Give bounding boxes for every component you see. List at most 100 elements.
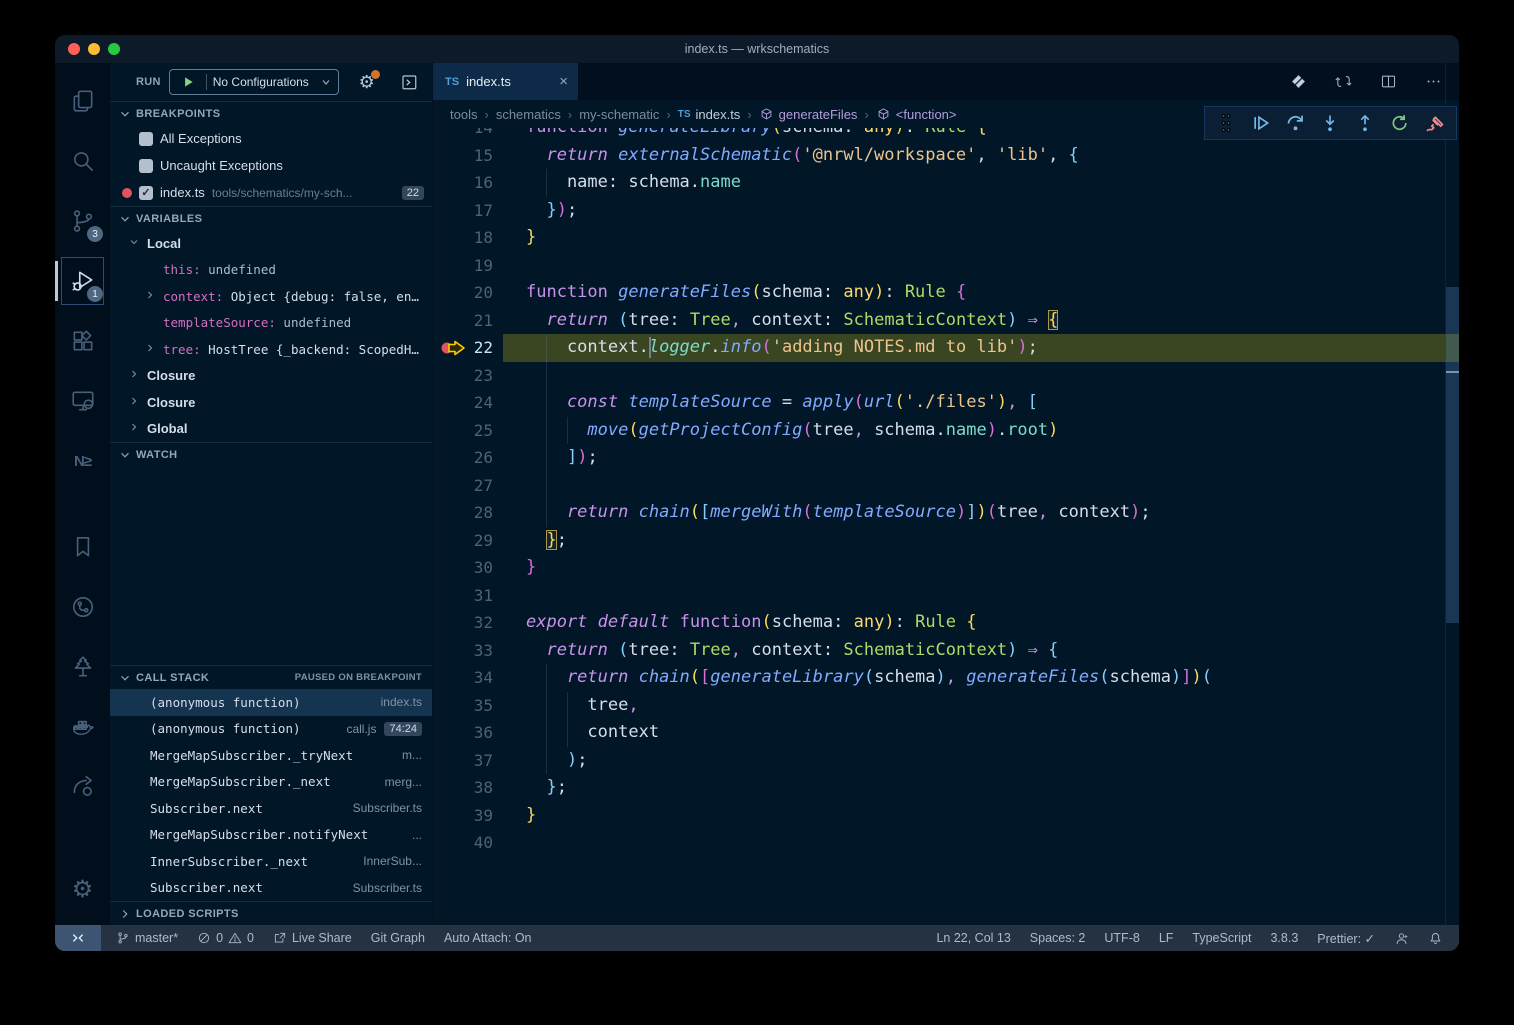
- compare-changes-button[interactable]: [1331, 70, 1355, 94]
- gutter[interactable]: 31: [433, 582, 503, 610]
- code-line-20[interactable]: 20function generateFiles(schema: any): R…: [433, 279, 1459, 307]
- status-item-eol[interactable]: LF: [1159, 931, 1174, 945]
- status-item-prettier[interactable]: Prettier: ✓: [1317, 931, 1375, 946]
- debug-settings-button[interactable]: ⚙: [355, 70, 379, 94]
- gutter[interactable]: 16: [433, 169, 503, 197]
- breakpoint-checkbox[interactable]: [139, 132, 153, 146]
- gutter[interactable]: 22: [433, 334, 503, 362]
- variables-section-header[interactable]: VARIABLES: [110, 206, 432, 230]
- call-stack-frame[interactable]: Subscriber.nextSubscriber.ts: [110, 875, 432, 902]
- step-over-button[interactable]: [1282, 109, 1310, 137]
- code-line-17[interactable]: 17});: [433, 197, 1459, 225]
- activity-item-live-share-activity[interactable]: [55, 757, 110, 817]
- status-item-encoding[interactable]: UTF-8: [1104, 931, 1139, 945]
- gutter[interactable]: 35: [433, 692, 503, 720]
- restart-button[interactable]: [1386, 109, 1414, 137]
- chevron-right-icon[interactable]: [142, 289, 158, 304]
- code-line-29[interactable]: 29};: [433, 527, 1459, 555]
- launch-configuration-dropdown[interactable]: No Configurations: [169, 69, 339, 95]
- variable-row[interactable]: context: Object {debug: false, en…: [110, 283, 432, 310]
- status-item-ts-version[interactable]: 3.8.3: [1270, 931, 1298, 945]
- code-line-31[interactable]: 31: [433, 582, 1459, 610]
- code-line-30[interactable]: 30}: [433, 554, 1459, 582]
- scrollbar-slider[interactable]: [1446, 287, 1459, 623]
- gutter[interactable]: 37: [433, 747, 503, 775]
- code-viewport[interactable]: 14function generateLibrary(schema: any):…: [433, 128, 1459, 925]
- watch-section-header[interactable]: WATCH: [110, 442, 432, 466]
- gutter[interactable]: 33: [433, 637, 503, 665]
- gutter[interactable]: 27: [433, 472, 503, 500]
- close-window-button[interactable]: [68, 43, 80, 55]
- gutter[interactable]: 24: [433, 389, 503, 417]
- breadcrumb-item-schematics[interactable]: schematics: [496, 107, 561, 122]
- call-stack-frame[interactable]: InnerSubscriber._nextInnerSub...: [110, 848, 432, 875]
- gutter[interactable]: 17: [433, 197, 503, 225]
- activity-item-source-control[interactable]: 3: [55, 191, 110, 251]
- code-line-33[interactable]: 33return (tree: Tree, context: Schematic…: [433, 637, 1459, 665]
- activity-item-test-explorer[interactable]: [55, 637, 110, 697]
- activity-item-nx-console[interactable]: N≥: [55, 431, 110, 491]
- gutter[interactable]: 30: [433, 554, 503, 582]
- tab-index-ts[interactable]: TS index.ts ×: [433, 63, 578, 100]
- code-line-18[interactable]: 18}: [433, 224, 1459, 252]
- gutter[interactable]: 38: [433, 774, 503, 802]
- variable-row[interactable]: this: undefined: [110, 257, 432, 284]
- activity-item-run-and-debug[interactable]: 1: [55, 251, 110, 311]
- activity-item-search[interactable]: [55, 131, 110, 191]
- gutter[interactable]: 23: [433, 362, 503, 390]
- gutter[interactable]: 28: [433, 499, 503, 527]
- drag-handle-button[interactable]: [1212, 109, 1240, 137]
- call-stack-frame[interactable]: (anonymous function)call.js74:24: [110, 716, 432, 743]
- gutter[interactable]: 14: [433, 128, 503, 142]
- code-line-40[interactable]: 40: [433, 829, 1459, 857]
- activity-item-bookmarks[interactable]: [55, 517, 110, 577]
- gutter[interactable]: 18: [433, 224, 503, 252]
- code-line-35[interactable]: 35tree,: [433, 692, 1459, 720]
- variable-row[interactable]: templateSource: undefined: [110, 310, 432, 337]
- code-line-21[interactable]: 21return (tree: Tree, context: Schematic…: [433, 307, 1459, 335]
- scrollbar[interactable]: [1445, 63, 1459, 925]
- code-line-15[interactable]: 15return externalSchematic('@nrwl/worksp…: [433, 142, 1459, 170]
- code-line-27[interactable]: 27: [433, 472, 1459, 500]
- code-line-16[interactable]: 16name: schema.name: [433, 169, 1459, 197]
- chevron-right-icon[interactable]: [126, 395, 142, 410]
- status-item-problems[interactable]: 00: [197, 931, 254, 945]
- gutter[interactable]: 20: [433, 279, 503, 307]
- status-item-auto-attach[interactable]: Auto Attach: On: [444, 931, 532, 945]
- start-debugging-button[interactable]: [176, 70, 200, 94]
- code-line-28[interactable]: 28return chain([mergeWith(templateSource…: [433, 499, 1459, 527]
- code-line-37[interactable]: 37);: [433, 747, 1459, 775]
- open-debug-console-button[interactable]: [397, 70, 421, 94]
- chevron-right-icon[interactable]: [126, 368, 142, 383]
- activity-item-remote-explorer[interactable]: [55, 371, 110, 431]
- activity-item-settings[interactable]: ⚙: [55, 859, 110, 919]
- minimize-window-button[interactable]: [88, 43, 100, 55]
- status-item-cursor-position[interactable]: Ln 22, Col 13: [936, 931, 1010, 945]
- remote-indicator[interactable]: [55, 925, 101, 951]
- breakpoint-row[interactable]: Uncaught Exceptions: [110, 152, 432, 179]
- status-item-feedback[interactable]: [1394, 931, 1409, 946]
- code-line-39[interactable]: 39}: [433, 802, 1459, 830]
- gutter[interactable]: 36: [433, 719, 503, 747]
- code-line-24[interactable]: 24const templateSource = apply(url('./fi…: [433, 389, 1459, 417]
- gutter[interactable]: 32: [433, 609, 503, 637]
- activity-item-explorer[interactable]: [55, 71, 110, 131]
- split-editor-button[interactable]: [1376, 70, 1400, 94]
- gutter[interactable]: 29: [433, 527, 503, 555]
- close-tab-icon[interactable]: ×: [559, 73, 568, 90]
- call-stack-frame[interactable]: MergeMapSubscriber.notifyNext...: [110, 822, 432, 849]
- activity-item-extensions[interactable]: [55, 311, 110, 371]
- status-item-git-branch[interactable]: master*: [116, 931, 178, 945]
- activity-item-docker[interactable]: [55, 697, 110, 757]
- breadcrumb-item-index-ts[interactable]: TSindex.ts: [678, 107, 741, 122]
- breadcrumb-item-generatefiles[interactable]: generateFiles: [759, 107, 858, 122]
- code-line-25[interactable]: 25move(getProjectConfig(tree, schema.nam…: [433, 417, 1459, 445]
- code-line-34[interactable]: 34return chain([generateLibrary(schema),…: [433, 664, 1459, 692]
- open-changes-button[interactable]: [1286, 70, 1310, 94]
- gutter[interactable]: 39: [433, 802, 503, 830]
- status-item-language-mode[interactable]: TypeScript: [1192, 931, 1251, 945]
- activity-item-git-graph-activity[interactable]: [55, 577, 110, 637]
- gutter[interactable]: 25: [433, 417, 503, 445]
- chevron-down-icon[interactable]: [126, 236, 142, 251]
- call-stack-frame[interactable]: (anonymous function)index.ts: [110, 689, 432, 716]
